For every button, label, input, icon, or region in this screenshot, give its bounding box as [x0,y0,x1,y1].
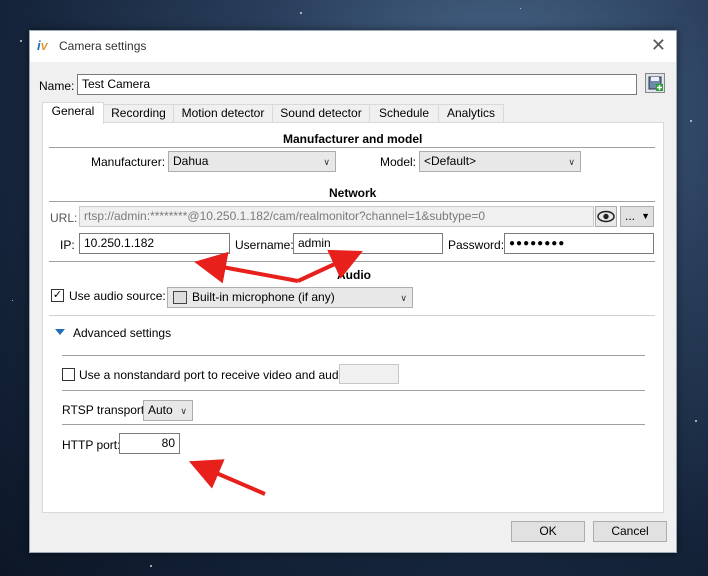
divider [62,355,645,356]
tab-schedule[interactable]: Schedule [369,104,439,123]
manufacturer-label: Manufacturer: [91,155,166,169]
rtsp-transport-label: RTSP transport: [62,403,148,417]
model-value: <Default> [424,154,477,168]
manufacturer-section-title: Manufacturer and model [283,132,423,146]
star [150,565,152,567]
password-input[interactable]: ●●●●●●●● [504,233,654,254]
tab-recording[interactable]: Recording [103,104,174,123]
nonstandard-port-label: Use a nonstandard port to receive video … [79,368,352,382]
url-label: URL: [50,211,78,225]
ip-input[interactable]: 10.250.1.182 [79,233,230,254]
ip-label: IP: [60,238,75,252]
divider [62,390,645,391]
username-input[interactable]: admin [293,233,443,254]
http-port-input[interactable]: 80 [119,433,180,454]
chevron-down-icon: ∨ [323,157,330,167]
close-button[interactable]: ✕ [651,35,666,56]
microphone-icon [173,291,187,304]
save-icon[interactable] [645,73,665,93]
chevron-down-icon: ∨ [180,406,187,416]
divider [49,261,655,262]
username-label: Username: [235,238,294,252]
url-input[interactable]: rtsp://admin:********@10.250.1.182/cam/r… [79,206,594,227]
window-title: Camera settings [59,39,147,53]
show-password-button[interactable] [595,206,617,227]
audio-source-select[interactable]: Built-in microphone (if any) ∨ [167,287,413,308]
password-label: Password: [448,238,505,252]
more-options-button[interactable]: ... ▼ [620,206,654,227]
title-bar: iV Camera settings ✕ [30,31,676,62]
app-logo-icon: iV [37,38,48,53]
ok-button[interactable]: OK [511,521,585,542]
model-label: Model: [380,155,417,169]
nonstandard-port-checkbox[interactable] [62,368,75,381]
tab-general[interactable]: General [42,102,104,124]
advanced-settings-toggle[interactable]: Advanced settings [73,326,171,340]
expand-triangle-icon[interactable] [55,329,65,335]
model-select[interactable]: <Default> ∨ [419,151,581,172]
eye-icon [597,210,615,223]
nonstandard-port-input[interactable] [339,364,399,384]
tab-sound-detector[interactable]: Sound detector [272,104,370,123]
more-button-label: ... [625,209,636,223]
rtsp-transport-select[interactable]: Auto ∨ [143,400,193,421]
general-panel: Manufacturer and model Manufacturer: Dah… [42,122,664,513]
chevron-down-icon: ∨ [400,293,407,303]
star [12,300,13,301]
divider [49,315,655,316]
name-input[interactable]: Test Camera [77,74,637,95]
tab-analytics[interactable]: Analytics [438,104,504,123]
audio-source-value: Built-in microphone (if any) [192,290,335,304]
caret-down-icon: ▼ [641,211,650,221]
network-section-title: Network [329,186,377,200]
star [520,8,521,9]
cancel-button[interactable]: Cancel [593,521,667,542]
audio-section-title: Audio [337,268,371,282]
tab-motion-detector[interactable]: Motion detector [173,104,273,123]
divider [49,201,655,202]
use-audio-checkbox[interactable]: ✓ [51,289,64,302]
divider [62,424,645,425]
divider [49,147,655,148]
star [20,40,22,42]
star [690,120,692,122]
manufacturer-select[interactable]: Dahua ∨ [168,151,336,172]
rtsp-transport-value: Auto [148,403,173,417]
use-audio-label: Use audio source: [69,289,166,303]
name-label: Name: [39,79,75,93]
camera-settings-dialog: iV Camera settings ✕ Name: Test Camera G… [29,30,677,553]
manufacturer-value: Dahua [173,154,209,168]
http-port-label: HTTP port: [62,438,121,452]
chevron-down-icon: ∨ [568,157,575,167]
star [695,420,697,422]
star [300,12,302,14]
